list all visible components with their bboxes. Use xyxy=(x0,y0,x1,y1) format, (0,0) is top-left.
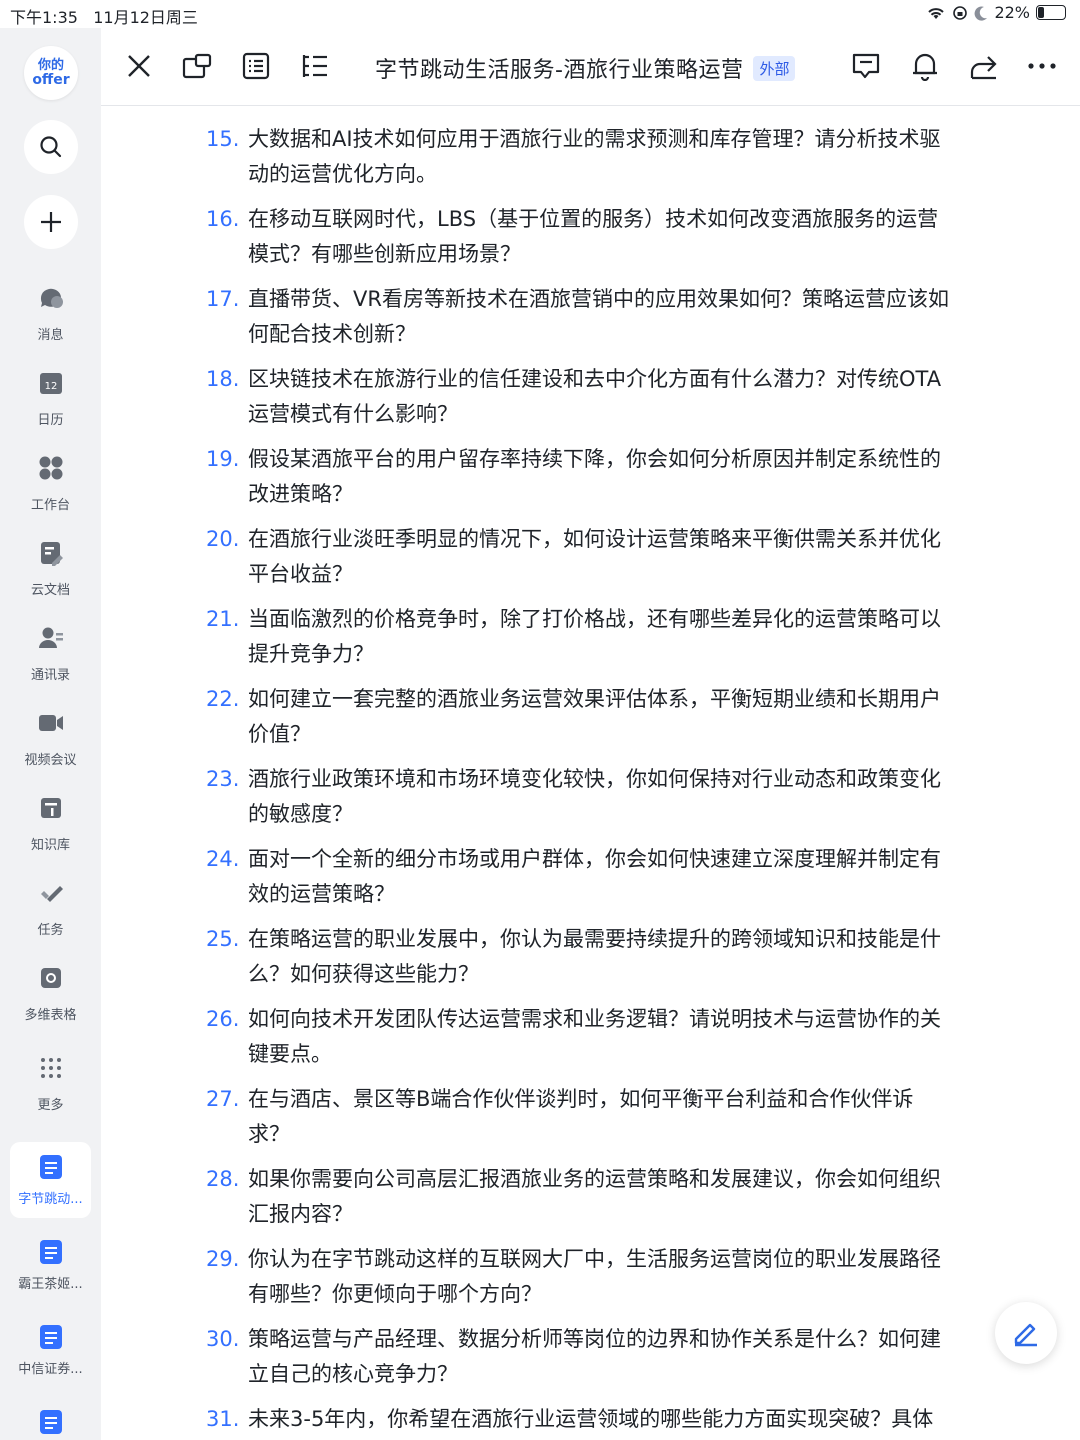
cloud-doc-icon xyxy=(40,542,63,566)
comment-icon xyxy=(852,53,880,79)
question-item: 25. 在策略运营的职业发展中，你认为最需要持续提升的跨领域知识和技能是什 么？如何… xyxy=(206,927,941,986)
search-icon xyxy=(40,136,62,158)
question-item: 27. 在与酒店、景区等B端合作伙伴谈判时，如何平衡平台利益和合作伙伴诉 求？ xyxy=(206,1087,914,1146)
sidebar-item-base[interactable]: 多维表格 xyxy=(0,964,101,1023)
pencil-icon xyxy=(1014,1323,1037,1347)
sidebar-doc-citic[interactable]: 中信证券... xyxy=(10,1312,91,1388)
question-item: 31. 未来3-5年内，你希望在酒旅行业运营领域的哪些能力方面实现突破？具体 xyxy=(206,1407,934,1431)
sidebar-item-knowledge[interactable]: 知识库 xyxy=(0,794,101,853)
outline-icon xyxy=(242,52,270,80)
question-item: 29. 你认为在字节跳动这样的互联网大厂中，生活服务运营岗位的职业发展路径 有哪些？… xyxy=(206,1247,941,1306)
doc-content[interactable]: 15. 大数据和AI技术如何应用于酒旅行业的需求预测和库存管理？请分析技术驱 动的运… xyxy=(101,107,1080,1440)
question-item: 22. 如何建立一套完整的酒旅业务运营效果评估体系，平衡短期业绩和长期用户 价值？ xyxy=(206,687,941,746)
sidebar-item-contacts[interactable]: 通讯录 xyxy=(0,624,101,683)
sidebar-item-docs[interactable]: 云文档 xyxy=(0,539,101,598)
sidebar-doc-bytedance[interactable]: 字节跳动... xyxy=(10,1142,91,1218)
rotation-lock-icon xyxy=(953,5,968,20)
battery-icon xyxy=(1036,5,1066,20)
close-button[interactable] xyxy=(121,48,157,84)
sidebar-item-tasks[interactable]: 任务 xyxy=(0,879,101,938)
sidebar: 你的 offer 消息 12 日历 工作台 云文档 通讯录 视频会议 知识库 任… xyxy=(0,28,101,1440)
plus-icon xyxy=(41,212,61,232)
more-grid-icon xyxy=(40,1058,61,1078)
search-button[interactable] xyxy=(24,120,78,174)
external-badge: 外部 xyxy=(753,55,796,81)
question-item: 18. 区块链技术在旅游行业的信任建设和去中介化方面有什么潜力？对传统OTA 运营模… xyxy=(206,367,942,426)
battery-percent: 22% xyxy=(994,3,1030,22)
question-item: 26. 如何向技术开发团队传达运营需求和业务逻辑？请说明技术与运营协作的关 键要点。 xyxy=(206,1007,941,1066)
doc-title-area[interactable]: 字节跳动生活服务-酒旅行业策略运营 外部 xyxy=(375,52,796,84)
base-icon xyxy=(40,968,61,988)
knowledge-icon xyxy=(40,798,61,818)
bell-icon xyxy=(913,53,937,81)
edit-button[interactable] xyxy=(995,1302,1057,1364)
share-button[interactable] xyxy=(966,48,1002,84)
contacts-icon xyxy=(38,627,63,648)
question-item: 23. 酒旅行业政策环境和市场环境变化较快，你如何保持对行业动态和政策变化 的敏感度… xyxy=(206,767,941,826)
question-item: 21. 当面临激烈的价格竞争时，除了打价格战，还有哪些差异化的运营策略可以 提升竞争… xyxy=(206,607,941,666)
question-item: 15. 大数据和AI技术如何应用于酒旅行业的需求预测和库存管理？请分析技术驱 动的运… xyxy=(206,127,941,186)
sidebar-doc-bawang[interactable]: 霸王茶姬... xyxy=(10,1227,91,1303)
toc-button[interactable] xyxy=(297,48,333,84)
question-item: 19. 假设某酒旅平台的用户留存率持续下降，你会如何分析原因并制定系统性的 改进策略… xyxy=(206,447,941,506)
question-item: 30. 策略运营与产品经理、数据分析师等岗位的边界和协作关系是什么？如何建 立自己的… xyxy=(206,1327,941,1386)
question-item: 28. 如果你需要向公司高层汇报酒旅业务的运营策略和发展建议，你会如何组织 汇报内容… xyxy=(206,1167,941,1226)
floating-window-button[interactable] xyxy=(179,48,215,84)
question-item: 17. 直播带货、VR看房等新技术在酒旅营销中的应用效果如何？策略运营应该如 何配合… xyxy=(206,287,949,346)
more-dots-icon xyxy=(1028,63,1056,69)
question-item: 16. 在移动互联网时代，LBS（基于位置的服务）技术如何改变酒旅服务的运营 模式？… xyxy=(206,207,939,266)
outline-button[interactable] xyxy=(238,48,274,84)
toc-icon xyxy=(302,55,327,77)
add-button[interactable] xyxy=(24,195,78,249)
sidebar-item-more[interactable]: 更多 xyxy=(0,1054,101,1113)
question-item: 20. 在酒旅行业淡旺季明显的情况下，如何设计运营策略来平衡供需关系并优化 平台收益… xyxy=(206,527,941,586)
share-icon xyxy=(970,56,997,80)
moon-icon xyxy=(975,6,988,21)
wifi-icon xyxy=(928,7,945,19)
sidebar-item-messages[interactable]: 消息 xyxy=(0,284,101,343)
workbench-icon xyxy=(39,456,62,480)
calendar-icon: 12 xyxy=(39,373,62,394)
comments-button[interactable] xyxy=(848,48,884,84)
notifications-button[interactable] xyxy=(907,48,943,84)
more-button[interactable] xyxy=(1024,48,1060,84)
status-time: 下午1:35 11月12日周三 xyxy=(10,8,198,27)
task-icon xyxy=(40,886,63,902)
status-bar: 下午1:35 11月12日周三 22% xyxy=(0,0,1080,28)
doc-icon xyxy=(39,1325,62,1349)
close-icon xyxy=(128,55,150,77)
sidebar-item-workbench[interactable]: 工作台 xyxy=(0,454,101,513)
question-item: 24. 面对一个全新的细分市场或用户群体，你会如何快速建立深度理解并制定有 效的运营… xyxy=(206,847,941,906)
doc-header: 字节跳动生活服务-酒旅行业策略运营 外部 xyxy=(101,28,1080,106)
svg-text:12: 12 xyxy=(44,381,57,392)
sidebar-item-video[interactable]: 视频会议 xyxy=(0,709,101,768)
doc-icon xyxy=(39,1410,62,1434)
workspace-logo[interactable]: 你的 offer xyxy=(24,46,78,100)
sidebar-doc-next[interactable] xyxy=(10,1397,91,1440)
status-right: 22% xyxy=(926,3,1066,22)
chat-bubble-icon xyxy=(40,288,63,308)
sidebar-item-calendar[interactable]: 12 日历 xyxy=(0,369,101,428)
doc-icon xyxy=(39,1155,62,1179)
doc-icon xyxy=(39,1240,62,1264)
video-icon xyxy=(38,715,63,731)
doc-title: 字节跳动生活服务-酒旅行业策略运营 xyxy=(375,58,744,83)
floating-window-icon xyxy=(182,53,212,79)
